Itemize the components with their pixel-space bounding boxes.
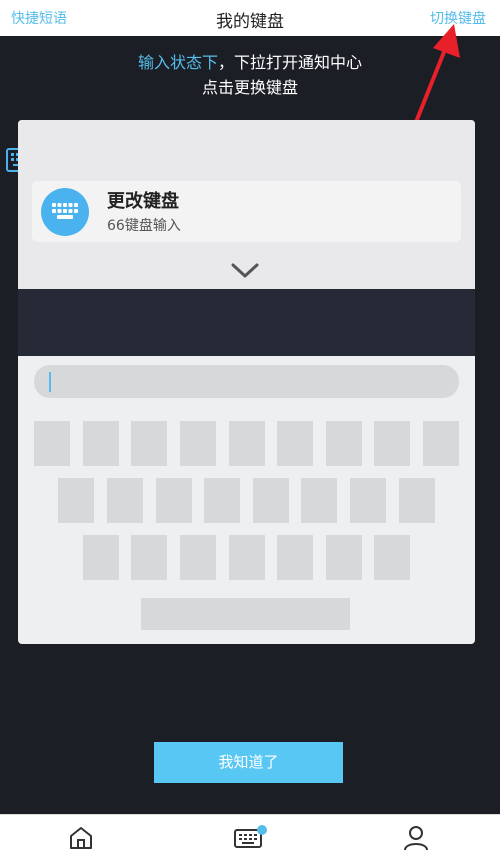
hint-highlight: 输入状态下 xyxy=(137,53,218,72)
keyboard-key[interactable] xyxy=(277,535,314,580)
keyboard-key[interactable] xyxy=(228,535,265,580)
chevron-down-icon xyxy=(231,263,259,278)
keyboard-key[interactable] xyxy=(301,478,338,523)
keyboard-key[interactable] xyxy=(58,478,95,523)
keyboard-key[interactable] xyxy=(325,421,362,466)
got-it-button[interactable]: 我知道了 xyxy=(154,742,343,783)
text-input-field[interactable] xyxy=(34,365,459,398)
keyboard-key[interactable] xyxy=(179,421,216,466)
keyboard-app-icon xyxy=(41,188,89,236)
keyboard-key[interactable] xyxy=(82,421,119,466)
notification-center: 更改键盘 66键盘输入 xyxy=(18,120,475,289)
keyboard-key[interactable] xyxy=(179,535,216,580)
phone-illustration: 更改键盘 66键盘输入 xyxy=(18,120,475,644)
keyboard-key[interactable] xyxy=(34,421,71,466)
keyboard-key[interactable] xyxy=(131,535,168,580)
space-key[interactable] xyxy=(141,598,350,630)
keyboard-key[interactable] xyxy=(82,535,119,580)
keyboard-key[interactable] xyxy=(398,478,435,523)
keyboard-key[interactable] xyxy=(422,421,459,466)
keyboard-key[interactable] xyxy=(107,478,143,523)
notification-subtitle: 66键盘输入 xyxy=(107,218,181,234)
keyboard-key[interactable] xyxy=(155,478,192,523)
change-keyboard-notification[interactable]: 更改键盘 66键盘输入 xyxy=(32,181,461,242)
keyboard-key[interactable] xyxy=(374,535,411,580)
text-cursor xyxy=(49,372,51,392)
keyboard-key[interactable] xyxy=(350,478,386,523)
hint-rest: ，下拉打开通知中心 xyxy=(218,53,363,72)
pointer-arrow-icon xyxy=(410,24,460,134)
keyboard-key[interactable] xyxy=(252,478,289,523)
home-icon[interactable] xyxy=(67,824,95,852)
notification-badge xyxy=(257,825,267,835)
bottom-tab-bar xyxy=(0,814,500,861)
keyboard-key[interactable] xyxy=(131,421,168,466)
keyboard-key[interactable] xyxy=(374,421,411,466)
user-icon[interactable] xyxy=(402,824,430,852)
keyboard-key[interactable] xyxy=(228,421,265,466)
notification-title: 更改键盘 xyxy=(107,191,179,212)
keyboard-key[interactable] xyxy=(204,478,241,523)
keyboard-key[interactable] xyxy=(325,535,362,580)
keyboard-key[interactable] xyxy=(277,421,314,466)
screen-dim-band xyxy=(18,289,475,356)
